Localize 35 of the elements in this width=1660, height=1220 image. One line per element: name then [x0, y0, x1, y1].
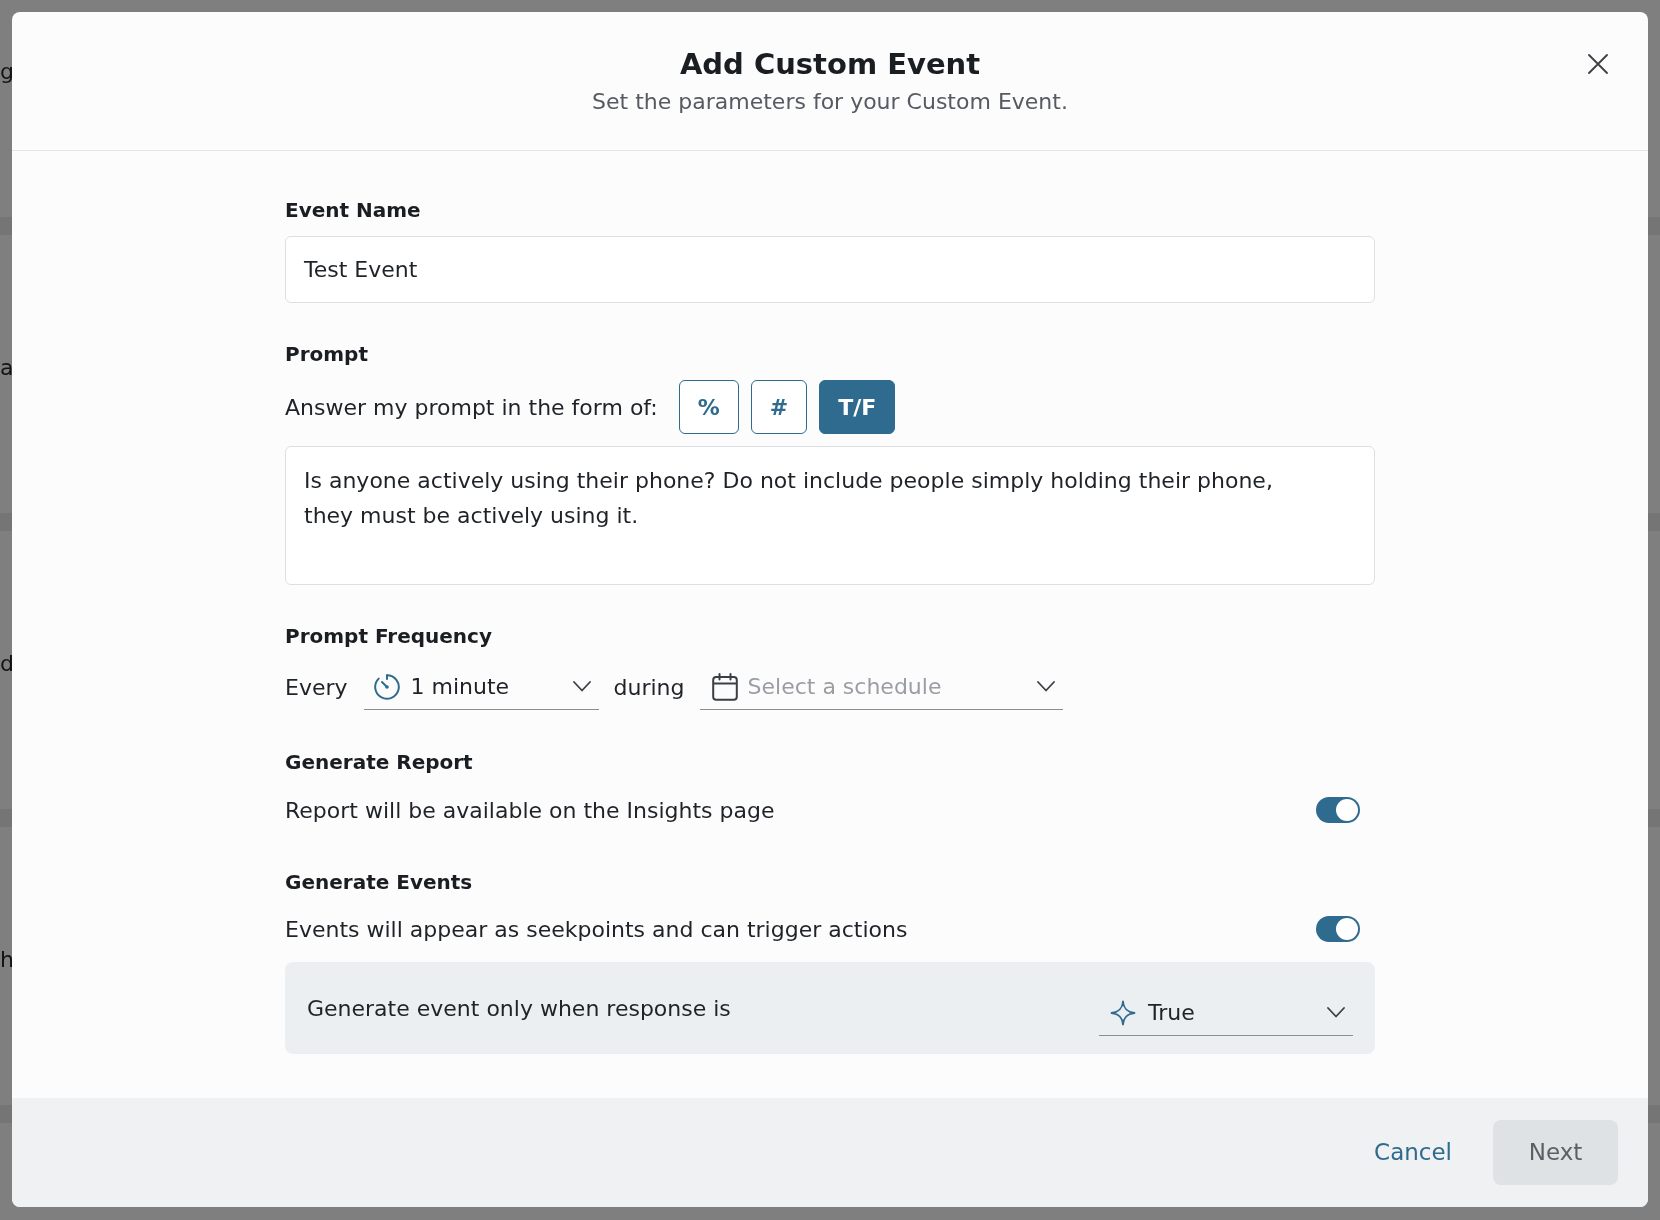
form-label: Answer my prompt in the form of:: [285, 393, 658, 422]
background-text: d: [0, 650, 14, 678]
toggle-switch[interactable]: [1316, 916, 1360, 942]
dialog-subtitle: Set the parameters for your Custom Event.: [592, 88, 1068, 116]
close-button[interactable]: [1588, 54, 1608, 74]
sparkle-icon: [1110, 999, 1136, 1026]
background-text: h: [0, 946, 14, 974]
dialog-title: Add Custom Event: [679, 46, 981, 82]
format-toggle-button[interactable]: T/F: [819, 380, 896, 434]
background-text: g: [0, 58, 14, 86]
close-icon: [1588, 54, 1608, 74]
format-toggle-button[interactable]: #: [750, 380, 808, 434]
timer-icon: [372, 672, 401, 701]
field-label: Prompt: [285, 341, 369, 368]
text-input[interactable]: Test Event: [285, 236, 1375, 303]
toggle-switch[interactable]: [1316, 797, 1360, 823]
prompt-textarea[interactable]: Is anyone actively using their phone? Do not include people simply holding their phone, they must be actively using it.: [285, 446, 1375, 585]
field-label: Event Name: [285, 197, 422, 224]
field-label: Prompt Frequency: [285, 623, 493, 650]
setting-description: Events will appear as seekpoints and can trigger actions: [285, 915, 908, 944]
background-text: a: [0, 354, 14, 382]
response-dropdown[interactable]: True: [1099, 990, 1353, 1036]
every-label: Every: [285, 673, 348, 702]
section-label: Generate Events: [285, 869, 474, 896]
condition-label: Generate event only when response is: [307, 994, 731, 1023]
chevron-down-icon: [1327, 1007, 1345, 1018]
calendar-icon: [711, 672, 738, 701]
section-label: Generate Report: [285, 749, 474, 776]
chevron-down-icon: [1036, 681, 1055, 692]
cancel-link[interactable]: Cancel: [1374, 1135, 1452, 1170]
format-toggle-button[interactable]: %: [678, 380, 739, 434]
interval-dropdown[interactable]: 1 minute: [363, 664, 599, 710]
setting-description: Report will be available on the Insights page: [285, 796, 775, 825]
chevron-down-icon: [572, 681, 591, 692]
during-label: during: [613, 673, 685, 702]
